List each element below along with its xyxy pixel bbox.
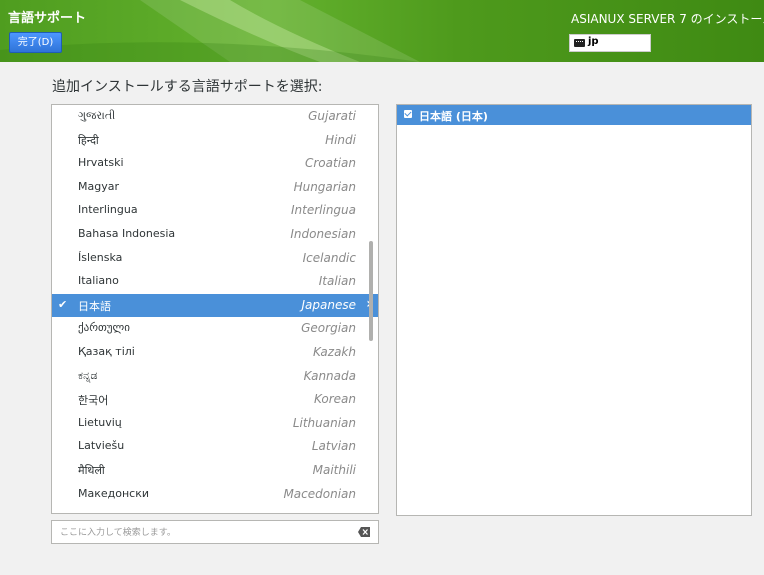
language-row[interactable]: Қазақ тілі Kazakh	[52, 341, 378, 365]
language-row[interactable]: Bahasa Indonesia Indonesian	[52, 223, 378, 247]
language-row[interactable]: ಕನ್ನಡ Kannada	[52, 365, 378, 389]
language-native-name: 한국어	[78, 394, 109, 408]
language-native-name: Bahasa Indonesia	[78, 226, 176, 240]
language-english-name: Croatian	[304, 156, 356, 171]
language-native-name: Latviešu	[78, 439, 125, 453]
language-row[interactable]: Interlingua Interlingua	[52, 199, 378, 223]
language-native-name: 日本語	[78, 299, 111, 313]
header-bar: 言語サポート 完了(D) ASIANUX SERVER 7 のインストール jp	[0, 0, 764, 62]
product-title: ASIANUX SERVER 7 のインストール	[571, 12, 764, 26]
language-native-name: मैथिली	[78, 463, 105, 477]
language-row[interactable]: Íslenska Icelandic	[52, 247, 378, 271]
checkbox-checked-icon[interactable]	[404, 110, 412, 118]
search-box[interactable]	[51, 520, 379, 544]
language-native-name: Македонски	[78, 486, 150, 500]
language-english-name: Georgian	[301, 321, 356, 336]
language-native-name: ქართული	[78, 321, 130, 335]
language-row[interactable]: Latviešu Latvian	[52, 435, 378, 459]
language-native-name: Қазақ тілі	[78, 344, 135, 358]
language-english-name: Indonesian	[290, 226, 356, 241]
keyboard-icon	[574, 39, 585, 47]
locale-item[interactable]: 日本語 (日本)	[397, 105, 751, 125]
language-row[interactable]: 한국어 Korean	[52, 388, 378, 412]
language-native-name: Magyar	[78, 179, 119, 193]
language-native-name: हिन्दी	[78, 133, 99, 147]
language-row[interactable]: मैथिली Maithili	[52, 459, 378, 483]
language-english-name: Maithili	[312, 462, 356, 477]
page-title: 言語サポート	[8, 11, 87, 26]
language-english-name: Icelandic	[302, 250, 356, 265]
language-english-name: Hindi	[325, 132, 356, 147]
language-row[interactable]: ✔日本語Japanese›	[52, 293, 378, 318]
language-english-name: Japanese	[301, 297, 357, 312]
language-native-name: Italiano	[78, 274, 119, 288]
language-row[interactable]: Hrvatski Croatian	[52, 152, 378, 176]
language-row[interactable]: ગુજરાતી Gujarati	[52, 105, 378, 129]
language-native-name: ಕನ್ನಡ	[78, 368, 98, 382]
language-english-name: Latvian	[311, 439, 356, 454]
clear-text-icon[interactable]	[358, 527, 370, 537]
language-english-name: Gujarati	[308, 109, 356, 123]
keyboard-layout-label: jp	[588, 36, 599, 47]
keyboard-layout-indicator[interactable]: jp	[569, 34, 651, 52]
language-list-scrollbar[interactable]	[369, 241, 373, 341]
language-english-name: Interlingua	[290, 203, 356, 218]
language-english-name: Italian	[318, 274, 356, 289]
language-list[interactable]: ગુજરાતી Gujarati हिन्दी Hindi Hrvatski Croati…	[51, 104, 379, 514]
language-native-name: Interlingua	[78, 203, 138, 217]
locale-list[interactable]: 日本語 (日本)	[396, 104, 752, 516]
language-english-name: Macedonian	[283, 486, 356, 501]
language-english-name: Korean	[313, 392, 356, 407]
locale-label: 日本語 (日本)	[419, 110, 488, 123]
language-native-name: ગુજરાતી	[78, 109, 116, 122]
language-english-name: Kannada	[303, 368, 356, 383]
language-native-name: Lietuvių	[78, 415, 122, 429]
language-row[interactable]: हिन्दी Hindi	[52, 129, 378, 153]
language-native-name: Hrvatski	[78, 156, 124, 170]
done-button[interactable]: 完了(D)	[9, 32, 62, 53]
language-row[interactable]: Italiano Italian	[52, 270, 378, 294]
language-native-name: Íslenska	[78, 250, 123, 264]
language-row[interactable]: Magyar Hungarian	[52, 176, 378, 200]
language-english-name: Hungarian	[293, 179, 356, 194]
checkmark-icon: ✔	[58, 297, 68, 311]
language-english-name: Lithuanian	[292, 415, 356, 430]
language-select-prompt: 追加インストールする言語サポートを選択:	[52, 79, 323, 95]
language-row[interactable]: ქართული Georgian	[52, 317, 378, 341]
search-input[interactable]	[58, 524, 352, 542]
language-english-name: Kazakh	[312, 344, 356, 359]
language-row[interactable]: Lietuvių Lithuanian	[52, 412, 378, 436]
language-list-items: ગુજરાતી Gujarati हिन्दी Hindi Hrvatski Croati…	[52, 105, 378, 506]
language-row[interactable]: Македонски Macedonian	[52, 483, 378, 507]
